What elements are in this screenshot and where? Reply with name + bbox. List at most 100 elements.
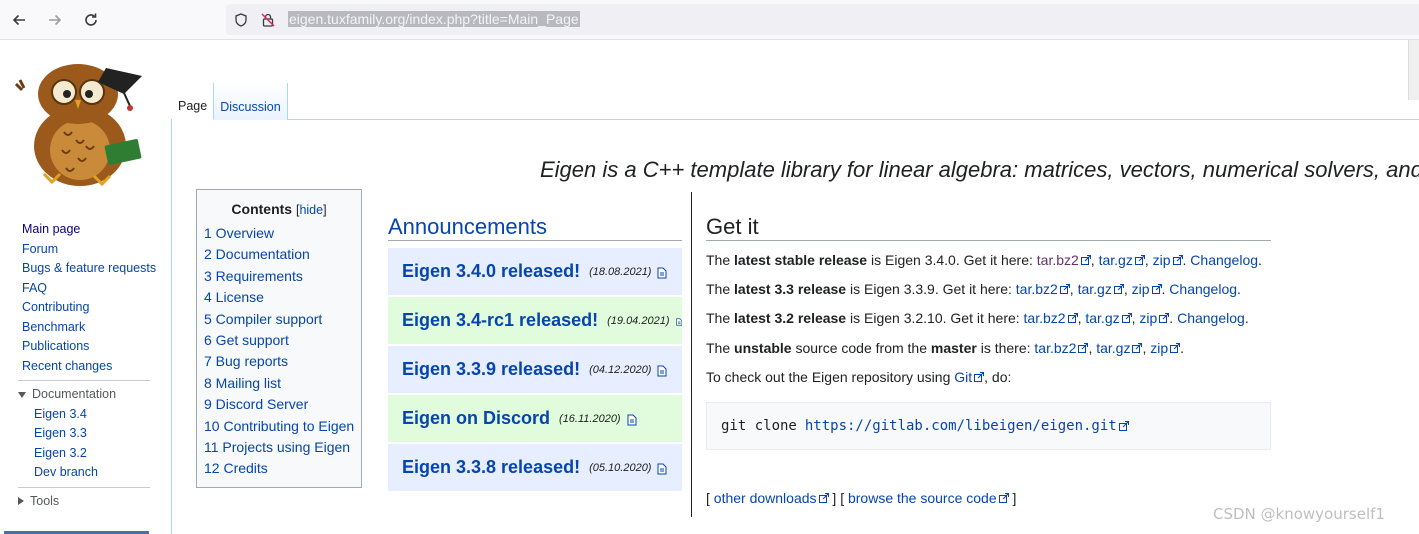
- tab-discussion[interactable]: Discussion: [214, 83, 288, 120]
- arrow-right-icon: [49, 14, 62, 26]
- repo-url-link[interactable]: https://gitlab.com/libeigen/eigen.git: [805, 418, 1117, 434]
- toc-item[interactable]: 6 Get support: [204, 330, 361, 351]
- url-text[interactable]: eigen.tuxfamily.org/index.php?title=Main…: [288, 11, 580, 27]
- text: The: [706, 310, 735, 326]
- external-link-icon: [1059, 284, 1070, 294]
- sidebar-nav: Main page Forum Bugs & feature requests …: [0, 220, 170, 376]
- chevron-right-icon: [18, 497, 24, 506]
- sidebar-item-forum[interactable]: Forum: [22, 240, 170, 260]
- toc-heading: Contents: [231, 201, 293, 217]
- document-icon[interactable]: [657, 463, 667, 475]
- toc-item[interactable]: 9 Discord Server: [204, 394, 361, 415]
- tools-toggle[interactable]: Tools: [0, 492, 170, 512]
- download-zip-link[interactable]: zip: [1139, 310, 1157, 326]
- git-clone-code-block: git clone https://gitlab.com/libeigen/eig…: [706, 402, 1271, 450]
- toc-item[interactable]: 4 License: [204, 287, 361, 308]
- document-icon[interactable]: [657, 267, 667, 279]
- sidebar-item-eigen-34[interactable]: Eigen 3.4: [34, 405, 170, 425]
- announcements-heading[interactable]: Announcements: [388, 214, 547, 240]
- download-tarbz2-link[interactable]: tar.bz2: [1037, 252, 1079, 268]
- other-downloads-link[interactable]: other downloads: [714, 490, 817, 506]
- sidebar-divider: [18, 380, 150, 381]
- sidebar-item-dev-branch[interactable]: Dev branch: [34, 463, 170, 483]
- toc-list: 1 Overview 2 Documentation 3 Requirement…: [197, 223, 361, 480]
- git-link[interactable]: Git: [954, 369, 972, 385]
- announcement-link[interactable]: Eigen 3.4.0 released!: [402, 261, 580, 282]
- external-link-icon: [1172, 255, 1183, 265]
- toc-item[interactable]: 10 Contributing to Eigen: [204, 416, 361, 437]
- text: source code from the: [791, 340, 931, 356]
- sidebar-item-faq[interactable]: FAQ: [22, 279, 170, 299]
- changelog-link[interactable]: Changelog: [1177, 310, 1245, 326]
- download-tarbz2-link[interactable]: tar.bz2: [1024, 310, 1066, 326]
- sidebar-item-main-page[interactable]: Main page: [22, 220, 170, 240]
- announcement-item: Eigen 3.3.9 released! (04.12.2020): [388, 346, 682, 393]
- toc-item[interactable]: 7 Bug reports: [204, 351, 361, 372]
- sidebar-item-benchmark[interactable]: Benchmark: [22, 318, 170, 338]
- download-targz-link[interactable]: tar.gz: [1096, 340, 1130, 356]
- insecure-lock-icon[interactable]: [261, 13, 275, 27]
- download-tarbz2-link[interactable]: tar.bz2: [1016, 281, 1058, 297]
- eigen-owl-logo[interactable]: [14, 50, 150, 190]
- text: ]: [1008, 490, 1017, 506]
- download-zip-link[interactable]: zip: [1153, 252, 1171, 268]
- sidebar-divider: [18, 486, 150, 488]
- announcement-link[interactable]: Eigen on Discord: [402, 408, 550, 429]
- release-line-stable: The latest stable release is Eigen 3.4.0…: [706, 252, 1262, 268]
- sidebar-item-contributing[interactable]: Contributing: [22, 298, 170, 318]
- toc-item[interactable]: 1 Overview: [204, 223, 361, 244]
- sidebar-item-recent-changes[interactable]: Recent changes: [22, 357, 170, 377]
- browser-toolbar: eigen.tuxfamily.org/index.php?title=Main…: [0, 0, 1419, 40]
- announcement-link[interactable]: Eigen 3.3.8 released!: [402, 457, 580, 478]
- text: .: [1244, 310, 1249, 326]
- download-zip-link[interactable]: zip: [1150, 340, 1168, 356]
- watermark: CSDN @knowyourself1: [1213, 505, 1385, 523]
- document-icon[interactable]: [675, 316, 683, 328]
- page-tagline: Eigen is a C++ template library for line…: [540, 157, 1419, 182]
- announcement-link[interactable]: Eigen 3.4-rc1 released!: [402, 310, 598, 331]
- documentation-toggle[interactable]: Documentation: [0, 385, 170, 405]
- sidebar-item-publications[interactable]: Publications: [22, 337, 170, 357]
- toc-item[interactable]: 3 Requirements: [204, 266, 361, 287]
- toc-item[interactable]: 11 Projects using Eigen: [204, 437, 361, 458]
- download-tarbz2-link[interactable]: tar.bz2: [1034, 340, 1076, 356]
- sidebar-item-eigen-32[interactable]: Eigen 3.2: [34, 444, 170, 464]
- toc-title: Contents [hide]: [197, 201, 361, 217]
- toc-item[interactable]: 12 Credits: [204, 458, 361, 479]
- sidebar-item-bugs[interactable]: Bugs & feature requests: [22, 259, 170, 279]
- heading-rule: [706, 240, 1271, 241]
- forward-button[interactable]: [43, 8, 67, 32]
- document-icon[interactable]: [657, 365, 667, 377]
- browse-source-link[interactable]: browse the source code: [848, 490, 997, 506]
- scrollbar[interactable]: [1408, 40, 1419, 100]
- documentation-heading: Documentation: [32, 387, 117, 401]
- back-button[interactable]: [7, 8, 31, 32]
- toc-item[interactable]: 5 Compiler support: [204, 309, 361, 330]
- toc-item[interactable]: 8 Mailing list: [204, 373, 361, 394]
- announcement-link[interactable]: Eigen 3.3.9 released!: [402, 359, 580, 380]
- toc-hide-link[interactable]: hide: [299, 203, 323, 217]
- announcement-date: (19.04.2021): [607, 314, 670, 327]
- external-link-icon: [998, 493, 1009, 503]
- shield-icon[interactable]: [234, 13, 248, 27]
- toc-item[interactable]: 2 Documentation: [204, 244, 361, 265]
- reload-button[interactable]: [79, 8, 103, 32]
- sidebar: Main page Forum Bugs & feature requests …: [0, 220, 170, 511]
- document-icon[interactable]: [627, 414, 637, 426]
- download-targz-link[interactable]: tar.gz: [1078, 281, 1112, 297]
- tab-page[interactable]: Page: [172, 83, 215, 120]
- table-of-contents: Contents [hide] 1 Overview 2 Documentati…: [196, 189, 362, 488]
- download-targz-link[interactable]: tar.gz: [1099, 252, 1133, 268]
- sidebar-item-eigen-33[interactable]: Eigen 3.3: [34, 424, 170, 444]
- checkout-line: To check out the Eigen repository using …: [706, 369, 1011, 385]
- changelog-link[interactable]: Changelog: [1190, 252, 1258, 268]
- external-link-icon: [1159, 313, 1170, 323]
- announcement-item: Eigen 3.4.0 released! (18.08.2021): [388, 248, 682, 295]
- announcement-date: (04.12.2020): [589, 363, 652, 376]
- changelog-link[interactable]: Changelog: [1169, 281, 1237, 297]
- download-targz-link[interactable]: tar.gz: [1085, 310, 1119, 326]
- text: ,: [1069, 281, 1078, 297]
- branch-label: master: [930, 340, 977, 356]
- download-zip-link[interactable]: zip: [1132, 281, 1150, 297]
- text: is Eigen 3.2.10. Get it here:: [846, 310, 1024, 326]
